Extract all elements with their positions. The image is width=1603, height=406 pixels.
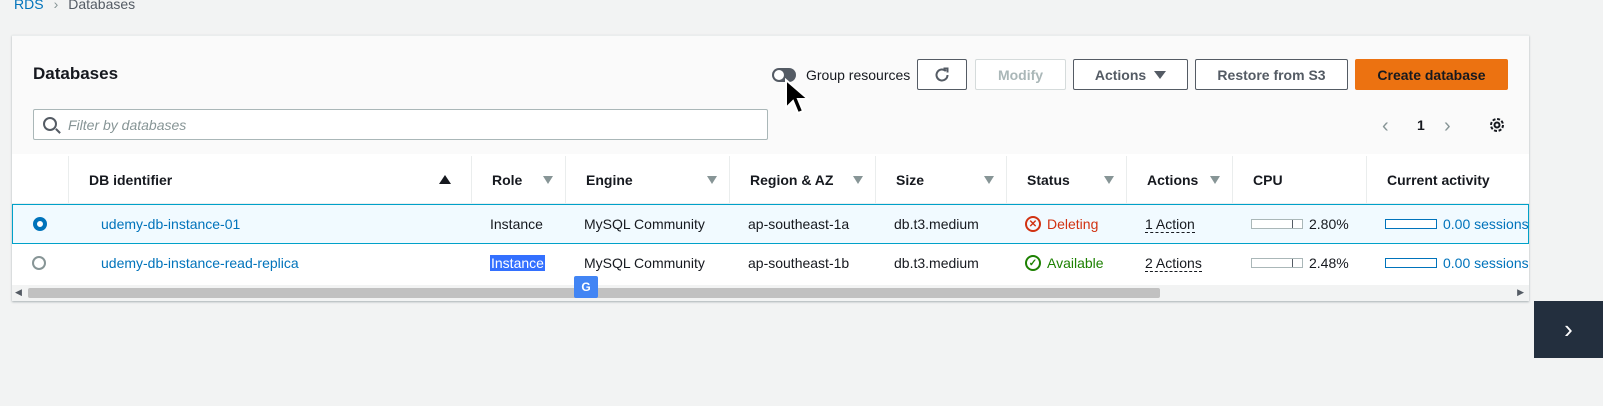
role-cell: Instance [490,244,545,282]
actions-cell[interactable]: 2 Actions [1145,244,1202,282]
row-radio-button[interactable] [33,217,47,231]
column-label: Region & AZ [750,172,834,188]
sort-icon [1210,176,1220,184]
column-status[interactable]: Status [1006,156,1126,204]
table-row[interactable]: udemy-db-instance-01 Instance MySQL Comm… [12,204,1529,244]
restore-from-s3-button[interactable]: Restore from S3 [1195,59,1348,90]
column-label: Size [896,172,925,188]
create-database-button[interactable]: Create database [1355,59,1508,90]
column-label: Current activity [1387,172,1490,188]
engine-cell: MySQL Community [584,216,705,232]
cpu-bar [1251,258,1303,268]
status-badge: ✓ Available [1025,244,1104,282]
column-label: Status [1027,172,1070,188]
breadcrumb: RDS › Databases [14,0,135,12]
filter-search-box [33,109,768,140]
scroll-right-icon[interactable]: ▶ [1517,287,1524,298]
cpu-bar-tick [1292,259,1293,267]
cpu-value: 2.80% [1309,216,1349,232]
sessions-bar [1385,219,1437,229]
column-label: Role [492,172,523,188]
check-icon: ✓ [1025,255,1041,271]
cpu-bar-tick [1292,220,1293,228]
column-label: DB identifier [89,172,173,188]
activity-value[interactable]: 0.00 sessions [1443,216,1529,232]
column-size[interactable]: Size [875,156,1006,204]
size-cell: db.t3.medium [894,216,979,232]
databases-panel: Databases Group resources Modify Actions… [12,35,1529,301]
actions-button-label: Actions [1094,66,1147,83]
settings-icon[interactable] [1488,116,1506,134]
role-cell: Instance [490,216,543,232]
search-icon [43,117,57,131]
actions-cell[interactable]: 1 Action [1145,205,1195,243]
modify-button[interactable]: Modify [975,59,1066,90]
actions-count[interactable]: 1 Action [1145,216,1195,233]
scroll-left-icon[interactable]: ◀ [15,287,22,298]
error-icon: ✕ [1025,216,1041,232]
cpu-cell: 2.80% [1251,205,1349,243]
column-region-az[interactable]: Region & AZ [729,156,875,204]
column-label: Actions [1147,172,1199,188]
search-input[interactable] [68,110,758,139]
sort-icon [984,176,994,184]
row-radio-button[interactable] [32,256,46,270]
db-identifier-link[interactable]: udemy-db-instance-01 [101,205,240,243]
table-header: DB identifier Role Engine Region & AZ Si… [12,156,1529,204]
breadcrumb-current: Databases [68,0,136,12]
cpu-cell: 2.48% [1251,244,1349,282]
sort-icon [543,176,553,184]
side-panel-toggle[interactable]: › [1534,301,1603,358]
column-label: Engine [586,172,633,188]
chevron-right-icon: › [1564,314,1573,344]
breadcrumb-separator-icon: › [53,0,59,12]
refresh-button[interactable] [917,59,967,90]
status-badge: ✕ Deleting [1025,205,1098,243]
activity-cell[interactable]: 0.00 sessions [1385,205,1529,243]
cpu-value: 2.48% [1309,255,1349,271]
actions-dropdown-button[interactable]: Actions [1073,59,1188,90]
activity-value[interactable]: 0.00 sessions [1443,255,1529,271]
refresh-icon [935,67,949,81]
status-text: Available [1047,255,1104,271]
column-cpu[interactable]: CPU [1232,156,1366,204]
selected-text: Instance [490,255,545,271]
sessions-bar [1385,258,1437,268]
sort-ascending-icon [439,175,451,184]
breadcrumb-rds-link[interactable]: RDS [14,0,44,12]
group-resources-label: Group resources [806,67,911,83]
activity-cell[interactable]: 0.00 sessions [1385,244,1529,282]
translate-icon[interactable]: G [574,276,598,298]
db-identifier-link[interactable]: udemy-db-instance-read-replica [101,244,299,282]
actions-count[interactable]: 2 Actions [1145,255,1202,272]
column-label: CPU [1253,172,1283,188]
size-cell: db.t3.medium [894,255,979,271]
column-db-identifier[interactable]: DB identifier [68,156,471,204]
page-title: Databases [33,64,119,83]
cpu-bar [1251,219,1303,229]
column-role[interactable]: Role [471,156,565,204]
column-engine[interactable]: Engine [565,156,729,204]
region-cell: ap-southeast-1a [748,216,850,232]
sort-icon [853,176,863,184]
table-row[interactable]: udemy-db-instance-read-replica Instance … [12,244,1529,284]
page-number[interactable]: 1 [1417,117,1425,133]
chevron-right-icon[interactable]: › [1444,115,1451,138]
caret-down-icon [1154,70,1167,79]
mouse-cursor-icon [785,78,810,115]
sort-icon [707,176,717,184]
horizontal-scrollbar[interactable]: ◀ ▶ [12,285,1529,301]
sort-icon [1104,176,1114,184]
region-cell: ap-southeast-1b [748,255,850,271]
chevron-left-icon[interactable]: ‹ [1382,115,1389,138]
status-text: Deleting [1047,216,1099,232]
column-actions[interactable]: Actions [1126,156,1232,204]
select-column-header [12,156,68,204]
column-current-activity[interactable]: Current activity [1366,156,1529,204]
toggle-knob [774,70,784,80]
engine-cell: MySQL Community [584,255,705,271]
